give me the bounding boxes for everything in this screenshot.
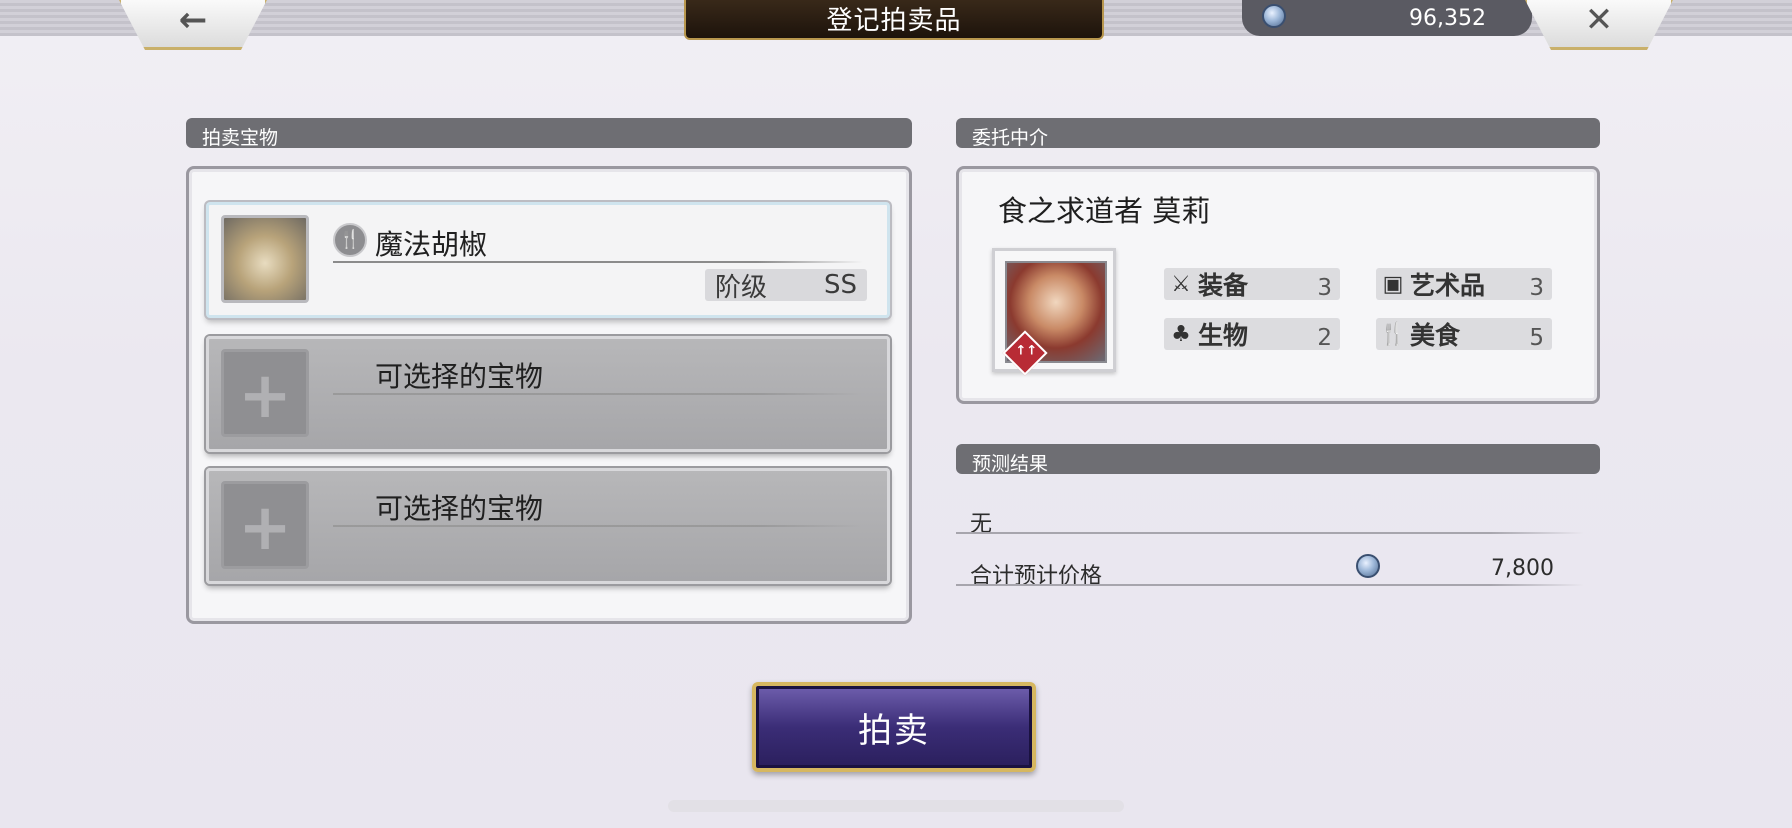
stat-art: ▣ 艺术品 3 bbox=[1376, 268, 1552, 301]
back-button[interactable]: ← bbox=[118, 0, 268, 50]
close-icon: ✕ bbox=[1584, 0, 1614, 40]
treasure-section-heading: 拍卖宝物 bbox=[186, 118, 912, 148]
forecast-section-heading: 预测结果 bbox=[956, 444, 1600, 474]
back-arrow-icon: ← bbox=[178, 0, 208, 40]
food-icon: 🍴 bbox=[1379, 321, 1407, 347]
sword-icon: ⚔ bbox=[1171, 271, 1191, 297]
total-price-value: 7,800 bbox=[1491, 556, 1554, 581]
rank-label: 阶级 bbox=[715, 272, 768, 303]
plus-icon: + bbox=[238, 491, 292, 565]
treasure-name: 魔法胡椒 bbox=[375, 228, 488, 261]
empty-slot-label: 可选择的宝物 bbox=[375, 360, 544, 393]
agent-name: 食之求道者 莫莉 bbox=[998, 194, 1211, 228]
coin-icon bbox=[1356, 554, 1380, 578]
add-slot: + bbox=[221, 481, 309, 569]
pepper-bag-icon bbox=[221, 215, 309, 303]
empty-slot-label: 可选择的宝物 bbox=[375, 492, 544, 525]
food-category-icon: 🍴 bbox=[333, 223, 367, 257]
stat-food: 🍴 美食 5 bbox=[1376, 318, 1552, 351]
treasure-slot-1[interactable]: 🍴 魔法胡椒 阶级 SS bbox=[206, 202, 890, 318]
creature-icon: ♣ bbox=[1171, 321, 1191, 347]
treasure-slot-3[interactable]: + 可选择的宝物 bbox=[206, 468, 890, 584]
treasure-slot-2[interactable]: + 可选择的宝物 bbox=[206, 336, 890, 452]
divider bbox=[333, 393, 863, 395]
agent-portrait[interactable]: ↑↑ bbox=[992, 248, 1116, 376]
plus-icon: + bbox=[238, 359, 292, 433]
page-title: 登记拍卖品 bbox=[684, 0, 1104, 40]
home-indicator bbox=[668, 800, 1124, 812]
agent-section-heading: 委托中介 bbox=[956, 118, 1600, 148]
divider bbox=[333, 525, 863, 527]
stat-creature: ♣ 生物 2 bbox=[1164, 318, 1340, 351]
currency-amount: 96,352 bbox=[1409, 6, 1486, 31]
rank-box: 阶级 SS bbox=[705, 269, 867, 303]
art-icon: ▣ bbox=[1382, 271, 1404, 297]
rank-value: SS bbox=[823, 270, 857, 300]
divider bbox=[956, 532, 1584, 534]
coin-icon bbox=[1262, 4, 1286, 28]
divider bbox=[333, 261, 863, 263]
close-button[interactable]: ✕ bbox=[1524, 0, 1674, 50]
add-slot: + bbox=[221, 349, 309, 437]
divider bbox=[956, 584, 1584, 586]
auction-button[interactable]: 拍卖 bbox=[752, 682, 1036, 772]
stat-equipment: ⚔ 装备 3 bbox=[1164, 268, 1340, 301]
